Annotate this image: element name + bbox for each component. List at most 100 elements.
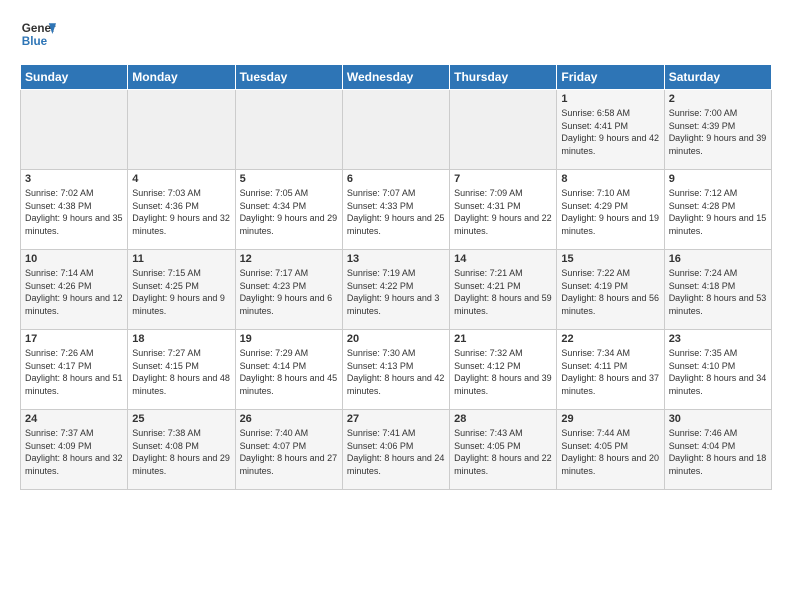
calendar-cell: 13 Sunrise: 7:19 AM Sunset: 4:22 PM Dayli… bbox=[342, 250, 449, 330]
svg-text:Blue: Blue bbox=[22, 35, 48, 48]
day-info: Sunrise: 6:58 AM Sunset: 4:41 PM Dayligh… bbox=[561, 107, 659, 157]
calendar-cell: 29Sunrise: 7:44 AM Sunset: 4:05 PM Dayli… bbox=[557, 410, 664, 490]
day-info: Sunrise: 7:30 AM Sunset: 4:13 PM Dayligh… bbox=[347, 347, 445, 397]
day-info: Sunrise: 7:35 AM Sunset: 4:10 PM Dayligh… bbox=[669, 347, 767, 397]
calendar-cell: 8 Sunrise: 7:10 AM Sunset: 4:29 PM Daylig… bbox=[557, 170, 664, 250]
calendar-cell: 17 Sunrise: 7:26 AM Sunset: 4:17 PM Dayli… bbox=[21, 330, 128, 410]
col-header-monday: Monday bbox=[128, 65, 235, 90]
day-number: 26 bbox=[240, 413, 338, 425]
day-number: 6 bbox=[347, 173, 445, 185]
calendar-cell: 28 Sunrise: 7:43 AM Sunset: 4:05 PM Dayli… bbox=[450, 410, 557, 490]
day-number: 22 bbox=[561, 333, 659, 345]
calendar-cell: 15 Sunrise: 7:22 AM Sunset: 4:19 PM Dayli… bbox=[557, 250, 664, 330]
day-info: Sunrise: 7:27 AM Sunset: 4:15 PM Dayligh… bbox=[132, 347, 230, 397]
day-info: Sunrise: 7:15 AM Sunset: 4:25 PM Dayligh… bbox=[132, 267, 230, 317]
day-number: 8 bbox=[561, 173, 659, 185]
calendar-cell: 22 Sunrise: 7:34 AM Sunset: 4:11 PM Dayli… bbox=[557, 330, 664, 410]
day-info: Sunrise: 7:24 AM Sunset: 4:18 PM Dayligh… bbox=[669, 267, 767, 317]
col-header-wednesday: Wednesday bbox=[342, 65, 449, 90]
day-number: 17 bbox=[25, 333, 123, 345]
calendar-cell: 5 Sunrise: 7:05 AM Sunset: 4:34 PM Daylig… bbox=[235, 170, 342, 250]
day-number: 23 bbox=[669, 333, 767, 345]
calendar-cell: 1 Sunrise: 6:58 AM Sunset: 4:41 PM Daylig… bbox=[557, 90, 664, 170]
calendar-cell: 3 Sunrise: 7:02 AM Sunset: 4:38 PM Daylig… bbox=[21, 170, 128, 250]
day-info: Sunrise: 7:12 AM Sunset: 4:28 PM Dayligh… bbox=[669, 187, 767, 237]
logo-icon: General Blue bbox=[20, 16, 56, 52]
calendar-cell: 19 Sunrise: 7:29 AM Sunset: 4:14 PM Dayli… bbox=[235, 330, 342, 410]
day-number: 16 bbox=[669, 253, 767, 265]
day-info: Sunrise: 7:02 AM Sunset: 4:38 PM Dayligh… bbox=[25, 187, 123, 237]
calendar-week-4: 17 Sunrise: 7:26 AM Sunset: 4:17 PM Dayli… bbox=[21, 330, 772, 410]
day-info: Sunrise: 7:29 AM Sunset: 4:14 PM Dayligh… bbox=[240, 347, 338, 397]
day-info: Sunrise: 7:40 AM Sunset: 4:07 PM Dayligh… bbox=[240, 427, 338, 477]
day-number: 2 bbox=[669, 93, 767, 105]
day-number: 28 bbox=[454, 413, 552, 425]
day-number: 15 bbox=[561, 253, 659, 265]
day-number: 18 bbox=[132, 333, 230, 345]
day-number: 14 bbox=[454, 253, 552, 265]
calendar-cell bbox=[342, 90, 449, 170]
calendar-cell: 7 Sunrise: 7:09 AM Sunset: 4:31 PM Daylig… bbox=[450, 170, 557, 250]
day-info: Sunrise: 7:43 AM Sunset: 4:05 PM Dayligh… bbox=[454, 427, 552, 477]
day-info: Sunrise: 7:14 AM Sunset: 4:26 PM Dayligh… bbox=[25, 267, 123, 317]
day-info: Sunrise: 7:21 AM Sunset: 4:21 PM Dayligh… bbox=[454, 267, 552, 317]
day-info: Sunrise: 7:17 AM Sunset: 4:23 PM Dayligh… bbox=[240, 267, 338, 317]
day-info: Sunrise: 7:07 AM Sunset: 4:33 PM Dayligh… bbox=[347, 187, 445, 237]
day-info: Sunrise: 7:09 AM Sunset: 4:31 PM Dayligh… bbox=[454, 187, 552, 237]
logo: General Blue bbox=[20, 16, 56, 52]
page-header: General Blue bbox=[20, 16, 772, 52]
day-info: Sunrise: 7:00 AM Sunset: 4:39 PM Dayligh… bbox=[669, 107, 767, 157]
day-info: Sunrise: 7:19 AM Sunset: 4:22 PM Dayligh… bbox=[347, 267, 445, 317]
calendar-cell: 23 Sunrise: 7:35 AM Sunset: 4:10 PM Dayli… bbox=[664, 330, 771, 410]
calendar-cell: 10 Sunrise: 7:14 AM Sunset: 4:26 PM Dayli… bbox=[21, 250, 128, 330]
day-number: 29 bbox=[561, 413, 659, 425]
day-number: 27 bbox=[347, 413, 445, 425]
day-info: Sunrise: 7:34 AM Sunset: 4:11 PM Dayligh… bbox=[561, 347, 659, 397]
calendar-cell: 24 Sunrise: 7:37 AM Sunset: 4:09 PM Dayli… bbox=[21, 410, 128, 490]
day-number: 25 bbox=[132, 413, 230, 425]
day-number: 13 bbox=[347, 253, 445, 265]
day-number: 9 bbox=[669, 173, 767, 185]
calendar-cell: 27 Sunrise: 7:41 AM Sunset: 4:06 PM Dayli… bbox=[342, 410, 449, 490]
day-number: 21 bbox=[454, 333, 552, 345]
day-number: 30 bbox=[669, 413, 767, 425]
day-number: 11 bbox=[132, 253, 230, 265]
day-info: Sunrise: 7:41 AM Sunset: 4:06 PM Dayligh… bbox=[347, 427, 445, 477]
calendar-cell: 18 Sunrise: 7:27 AM Sunset: 4:15 PM Dayli… bbox=[128, 330, 235, 410]
col-header-tuesday: Tuesday bbox=[235, 65, 342, 90]
calendar-cell bbox=[235, 90, 342, 170]
calendar-cell bbox=[450, 90, 557, 170]
day-number: 12 bbox=[240, 253, 338, 265]
calendar-week-5: 24 Sunrise: 7:37 AM Sunset: 4:09 PM Dayli… bbox=[21, 410, 772, 490]
day-info: Sunrise: 7:03 AM Sunset: 4:36 PM Dayligh… bbox=[132, 187, 230, 237]
day-info: Sunrise: 7:05 AM Sunset: 4:34 PM Dayligh… bbox=[240, 187, 338, 237]
day-info: Sunrise: 7:37 AM Sunset: 4:09 PM Dayligh… bbox=[25, 427, 123, 477]
calendar-cell: 4 Sunrise: 7:03 AM Sunset: 4:36 PM Daylig… bbox=[128, 170, 235, 250]
day-info: Sunrise: 7:38 AM Sunset: 4:08 PM Dayligh… bbox=[132, 427, 230, 477]
calendar-cell: 26 Sunrise: 7:40 AM Sunset: 4:07 PM Dayli… bbox=[235, 410, 342, 490]
day-info: Sunrise: 7:32 AM Sunset: 4:12 PM Dayligh… bbox=[454, 347, 552, 397]
day-number: 20 bbox=[347, 333, 445, 345]
calendar-cell: 11 Sunrise: 7:15 AM Sunset: 4:25 PM Dayli… bbox=[128, 250, 235, 330]
calendar-cell: 9 Sunrise: 7:12 AM Sunset: 4:28 PM Daylig… bbox=[664, 170, 771, 250]
calendar-cell: 25 Sunrise: 7:38 AM Sunset: 4:08 PM Dayli… bbox=[128, 410, 235, 490]
col-header-sunday: Sunday bbox=[21, 65, 128, 90]
day-number: 19 bbox=[240, 333, 338, 345]
day-number: 7 bbox=[454, 173, 552, 185]
day-info: Sunrise: 7:22 AM Sunset: 4:19 PM Dayligh… bbox=[561, 267, 659, 317]
calendar-cell: 21 Sunrise: 7:32 AM Sunset: 4:12 PM Dayli… bbox=[450, 330, 557, 410]
calendar-cell: 6 Sunrise: 7:07 AM Sunset: 4:33 PM Daylig… bbox=[342, 170, 449, 250]
day-number: 10 bbox=[25, 253, 123, 265]
day-number: 4 bbox=[132, 173, 230, 185]
calendar-cell: 14 Sunrise: 7:21 AM Sunset: 4:21 PM Dayli… bbox=[450, 250, 557, 330]
col-header-saturday: Saturday bbox=[664, 65, 771, 90]
day-number: 5 bbox=[240, 173, 338, 185]
calendar-week-3: 10 Sunrise: 7:14 AM Sunset: 4:26 PM Dayli… bbox=[21, 250, 772, 330]
day-number: 24 bbox=[25, 413, 123, 425]
day-info: Sunrise: 7:26 AM Sunset: 4:17 PM Dayligh… bbox=[25, 347, 123, 397]
calendar-cell: 16 Sunrise: 7:24 AM Sunset: 4:18 PM Dayli… bbox=[664, 250, 771, 330]
day-info: Sunrise: 7:10 AM Sunset: 4:29 PM Dayligh… bbox=[561, 187, 659, 237]
day-number: 1 bbox=[561, 93, 659, 105]
day-number: 3 bbox=[25, 173, 123, 185]
col-header-thursday: Thursday bbox=[450, 65, 557, 90]
